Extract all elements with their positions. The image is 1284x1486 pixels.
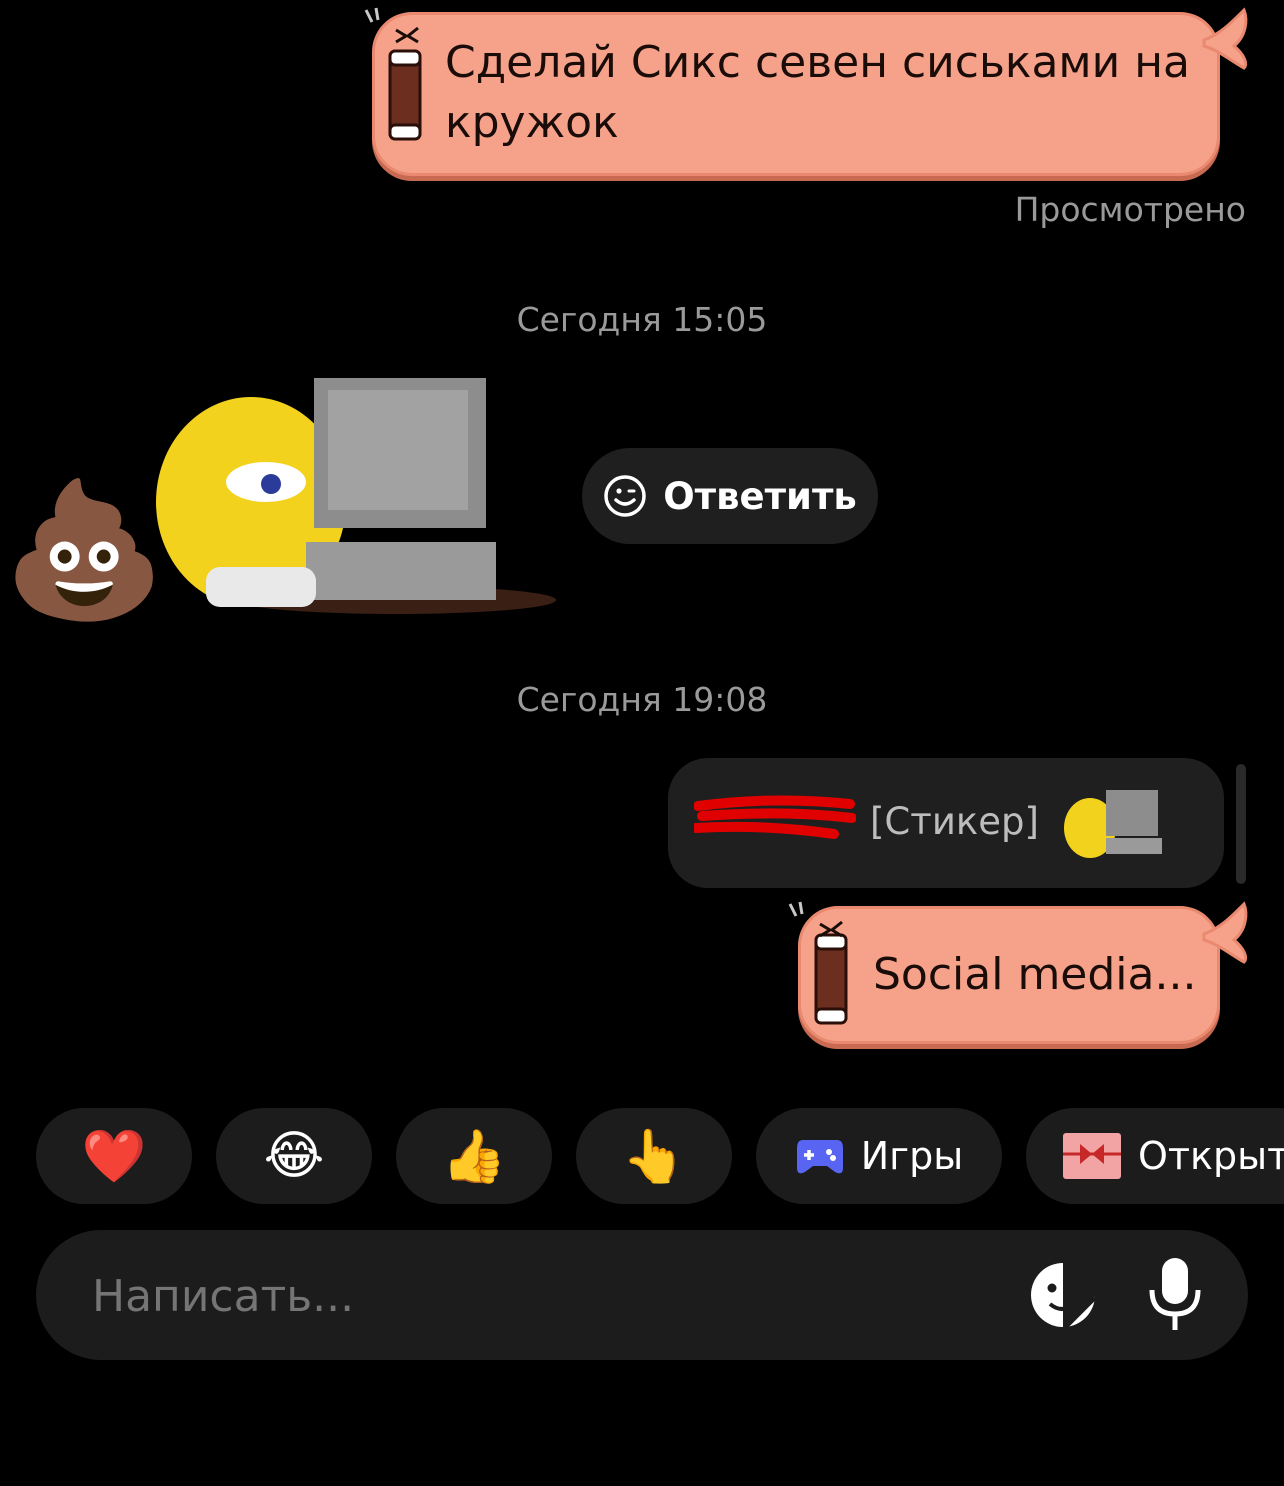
timestamp: Сегодня 19:08	[516, 680, 768, 719]
can-sticker-icon	[814, 933, 848, 1025]
message-bubble-outgoing[interactable]: Social media...	[798, 906, 1220, 1044]
sparkle-icon	[788, 901, 843, 938]
message-text: Social media...	[873, 949, 1197, 1000]
reply-preview-text: [Стикер]	[870, 800, 1039, 843]
reply-button[interactable]: Ответить	[582, 448, 878, 544]
chip-laugh[interactable]: 😂	[216, 1108, 372, 1204]
chip-cards-label: Открыт	[1138, 1134, 1284, 1178]
scrollbar[interactable]	[1236, 764, 1246, 884]
sparkle-icon	[364, 7, 419, 44]
timestamp: Сегодня 15:05	[516, 300, 768, 339]
mic-icon[interactable]	[1144, 1256, 1206, 1334]
mm-computer-sticker[interactable]	[146, 372, 556, 616]
reply-preview-bubble[interactable]: [Стикер]	[668, 758, 1224, 888]
message-input[interactable]	[90, 1260, 974, 1332]
sticker-thumbnail	[1064, 790, 1162, 858]
pointing-hand-icon: 👆	[621, 1126, 687, 1187]
message-status: Просмотрено	[1014, 190, 1246, 229]
bubble-tail-bow-icon	[1202, 7, 1248, 70]
thumbs-up-icon: 👍	[441, 1126, 507, 1187]
poop-emoji: 💩	[2, 473, 167, 627]
bubble-tail-bow-icon	[1202, 901, 1248, 964]
message-text: Сделай Сикс севен сиськами на кружок	[445, 37, 1190, 148]
redacted-sender	[694, 795, 856, 839]
message-composer[interactable]	[36, 1230, 1248, 1360]
laugh-icon: 😂	[263, 1126, 325, 1186]
chip-heart[interactable]: ❤️	[36, 1108, 192, 1204]
reply-button-label: Ответить	[663, 474, 857, 518]
chip-games-label: Игры	[860, 1134, 964, 1178]
sticker-icon[interactable]	[1028, 1260, 1098, 1330]
chip-pointing-hand[interactable]: 👆	[576, 1108, 732, 1204]
chip-cards[interactable]: Открыт	[1026, 1108, 1284, 1204]
can-sticker-icon	[388, 49, 422, 141]
message-bubble-outgoing[interactable]: Сделай Сикс севен сиськами на кружок	[372, 12, 1220, 176]
chip-games[interactable]: Игры	[756, 1108, 1002, 1204]
chip-thumbs-up[interactable]: 👍	[396, 1108, 552, 1204]
gift-card-icon	[1063, 1133, 1121, 1179]
gamepad-icon	[796, 1140, 843, 1174]
heart-icon: ❤️	[81, 1126, 147, 1187]
smile-icon	[604, 475, 646, 517]
